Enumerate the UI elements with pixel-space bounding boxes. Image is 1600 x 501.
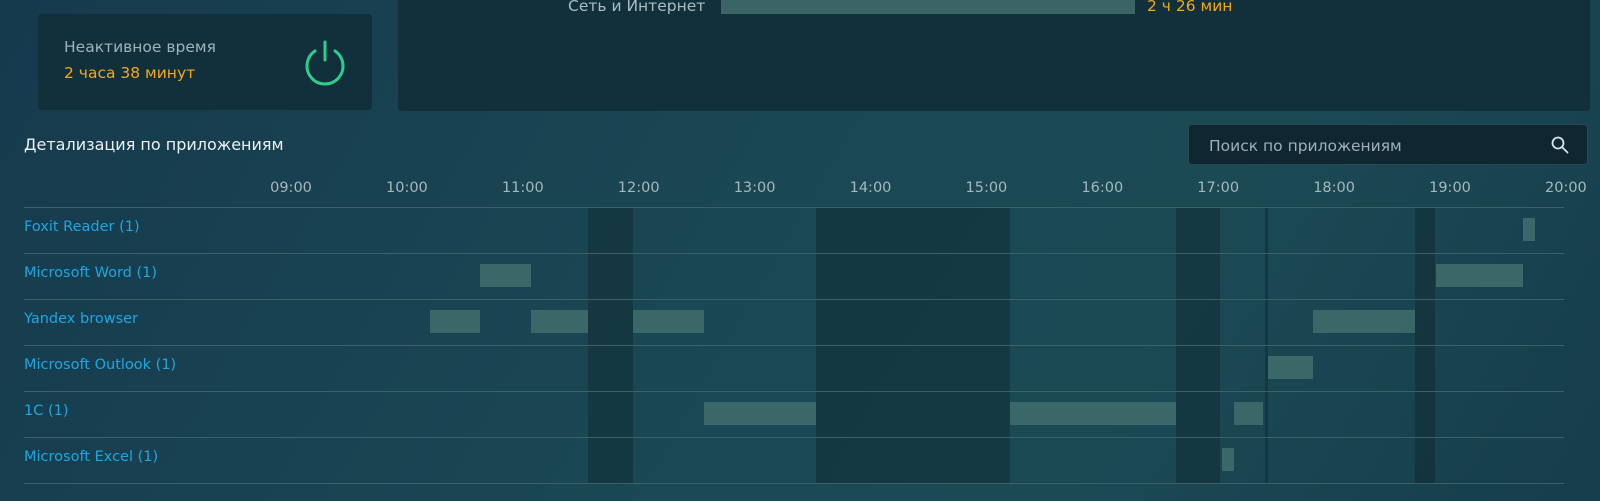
row-divider: [24, 437, 1564, 438]
usage-segment[interactable]: [1312, 310, 1416, 333]
search-box[interactable]: [1188, 124, 1588, 166]
time-tick-label: 10:00: [385, 180, 428, 196]
row-divider: [24, 483, 1564, 484]
time-tick-label: 19:00: [1429, 180, 1471, 196]
usage-segment[interactable]: [1009, 402, 1176, 425]
usage-segment[interactable]: [1222, 448, 1234, 471]
row-divider: [24, 299, 1564, 300]
usage-segment[interactable]: [480, 264, 531, 287]
app-row-label[interactable]: Microsoft Outlook (1): [24, 357, 176, 373]
time-tick-label: 11:00: [501, 180, 544, 196]
row-divider: [24, 345, 1564, 346]
inactive-time-card: Неактивное время 2 часа 38 минут: [38, 14, 372, 110]
usage-segment[interactable]: [632, 310, 705, 333]
timeline-divider: [24, 207, 1564, 208]
inactive-time-value: 2 часа 38 минут: [64, 64, 196, 82]
row-divider: [24, 253, 1564, 254]
time-tick-label: 16:00: [1081, 180, 1124, 196]
category-usage-bar: [721, 0, 1135, 14]
time-tick-label: 09:00: [270, 180, 312, 196]
category-label: Сеть и Интернет: [568, 0, 706, 15]
app-row-label[interactable]: Microsoft Excel (1): [24, 449, 158, 465]
usage-segment[interactable]: [1436, 264, 1524, 287]
app-row-label[interactable]: 1С (1): [24, 403, 69, 419]
search-input[interactable]: [1189, 125, 1551, 166]
usage-segment[interactable]: [704, 402, 817, 425]
app-row-label[interactable]: Foxit Reader (1): [24, 219, 140, 235]
time-tick-label: 17:00: [1197, 180, 1240, 196]
time-tick-label: 18:00: [1313, 180, 1355, 196]
time-tick-label: 12:00: [617, 180, 660, 196]
usage-segment[interactable]: [430, 310, 481, 333]
category-usage-value: 2 ч 26 мин: [1147, 0, 1233, 15]
power-icon: [305, 40, 345, 86]
app-row-label[interactable]: Yandex browser: [24, 311, 138, 327]
usage-segment[interactable]: [1268, 356, 1313, 379]
category-usage-card: Сеть и Интернет 2 ч 26 мин: [398, 0, 1590, 111]
search-icon[interactable]: [1551, 136, 1569, 154]
usage-segment[interactable]: [1523, 218, 1535, 241]
app-row-label[interactable]: Microsoft Word (1): [24, 265, 157, 281]
row-divider: [24, 391, 1564, 392]
usage-segment[interactable]: [530, 310, 589, 333]
usage-segment[interactable]: [1233, 402, 1263, 425]
app-timeline: 09:00 10:00 11:00 12:00 13:00 14:00 15:00 16:00…: [0, 180, 1600, 501]
time-tick-label: 15:00: [965, 180, 1008, 196]
time-tick-label: 13:00: [733, 180, 776, 196]
inactive-time-label: Неактивное время: [64, 38, 216, 56]
time-tick-label: 14:00: [849, 180, 892, 196]
section-title: Детализация по приложениям: [24, 135, 284, 154]
time-tick-label: 20:00: [1544, 180, 1587, 196]
